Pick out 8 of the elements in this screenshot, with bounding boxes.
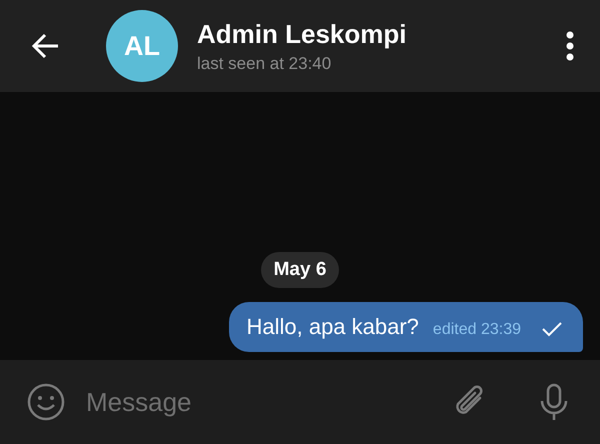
- contact-name: Admin Leskompi: [197, 18, 408, 50]
- message-bubble[interactable]: Hallo, apa kabar? edited 23:39: [229, 302, 583, 352]
- message-time: edited 23:39: [432, 321, 521, 339]
- emoji-icon[interactable]: [26, 382, 66, 422]
- last-seen-status: last seen at 23:40: [197, 54, 332, 74]
- more-menu-icon[interactable]: [564, 31, 576, 61]
- date-pill: May 6: [260, 252, 340, 288]
- message-text: Hallo, apa kabar?: [246, 314, 419, 340]
